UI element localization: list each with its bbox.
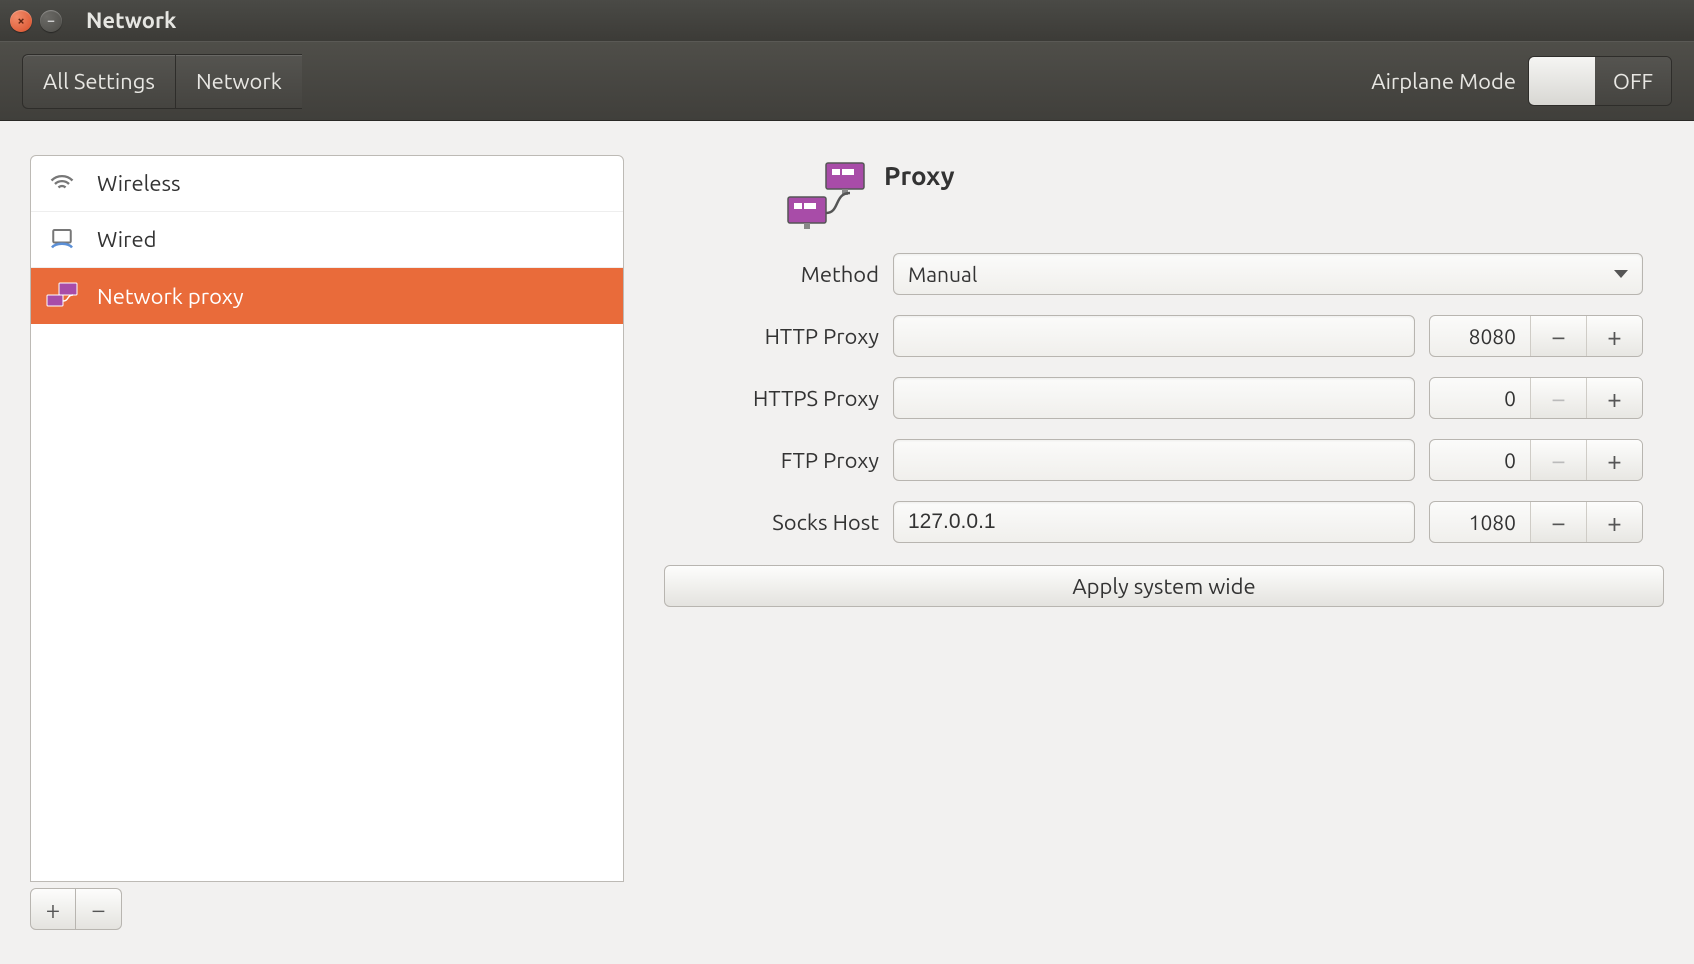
wifi-icon <box>43 165 81 203</box>
method-label: Method <box>664 262 879 287</box>
http-proxy-port-value: 8080 <box>1430 316 1530 356</box>
apply-system-wide-button[interactable]: Apply system wide <box>664 565 1664 607</box>
ftp-proxy-host-input[interactable] <box>893 439 1415 481</box>
https-proxy-port-value: 0 <box>1430 378 1530 418</box>
sidebar-item-wired[interactable]: Wired <box>31 212 623 268</box>
minus-icon[interactable]: − <box>1530 502 1586 542</box>
chevron-down-icon <box>1614 270 1628 278</box>
close-icon[interactable]: × <box>10 10 32 32</box>
all-settings-button[interactable]: All Settings <box>22 54 175 109</box>
window-title: Network <box>86 8 176 33</box>
sidebar-item-network-proxy[interactable]: Network proxy <box>31 268 623 324</box>
sidebar-item-label: Network proxy <box>97 284 244 309</box>
https-proxy-host-input[interactable] <box>893 377 1415 419</box>
minus-icon[interactable]: − <box>1530 440 1586 480</box>
plus-icon[interactable]: + <box>1586 378 1642 418</box>
socks-host-input[interactable] <box>893 501 1415 543</box>
titlebar: × – Network <box>0 0 1694 41</box>
network-breadcrumb-button[interactable]: Network <box>175 54 302 109</box>
add-connection-button[interactable]: + <box>30 888 76 930</box>
socks-port-value: 1080 <box>1430 502 1530 542</box>
remove-connection-button[interactable]: − <box>76 888 122 930</box>
proxy-settings-pane: Proxy Method Manual HTTP Proxy 8080 − + … <box>664 155 1664 930</box>
toolbar: All Settings Network Airplane Mode OFF <box>0 41 1694 121</box>
proxy-header-icon <box>784 159 870 229</box>
https-proxy-label: HTTPS Proxy <box>664 386 879 411</box>
ftp-proxy-port-value: 0 <box>1430 440 1530 480</box>
minimize-icon[interactable]: – <box>40 10 62 32</box>
sidebar-item-label: Wireless <box>97 171 181 196</box>
sidebar-item-wireless[interactable]: Wireless <box>31 156 623 212</box>
toggle-thumb <box>1529 57 1595 105</box>
plus-icon[interactable]: + <box>1586 440 1642 480</box>
socks-host-label: Socks Host <box>664 510 879 535</box>
http-proxy-host-input[interactable] <box>893 315 1415 357</box>
ftp-proxy-port-stepper[interactable]: 0 − + <box>1429 439 1643 481</box>
plus-icon[interactable]: + <box>1586 502 1642 542</box>
page-title: Proxy <box>884 161 955 190</box>
connection-list: Wireless Wired Network proxy <box>30 155 624 882</box>
plus-icon[interactable]: + <box>1586 316 1642 356</box>
sidebar-item-label: Wired <box>97 227 156 252</box>
minus-icon[interactable]: − <box>1530 316 1586 356</box>
airplane-mode-toggle[interactable]: OFF <box>1528 56 1672 106</box>
proxy-icon <box>43 277 81 315</box>
http-proxy-label: HTTP Proxy <box>664 324 879 349</box>
http-proxy-port-stepper[interactable]: 8080 − + <box>1429 315 1643 357</box>
toggle-state: OFF <box>1595 57 1671 105</box>
ftp-proxy-label: FTP Proxy <box>664 448 879 473</box>
method-value: Manual <box>908 262 977 286</box>
https-proxy-port-stepper[interactable]: 0 − + <box>1429 377 1643 419</box>
ethernet-icon <box>43 221 81 259</box>
socks-port-stepper[interactable]: 1080 − + <box>1429 501 1643 543</box>
method-select[interactable]: Manual <box>893 253 1643 295</box>
minus-icon[interactable]: − <box>1530 378 1586 418</box>
airplane-mode-label: Airplane Mode <box>1371 69 1516 94</box>
